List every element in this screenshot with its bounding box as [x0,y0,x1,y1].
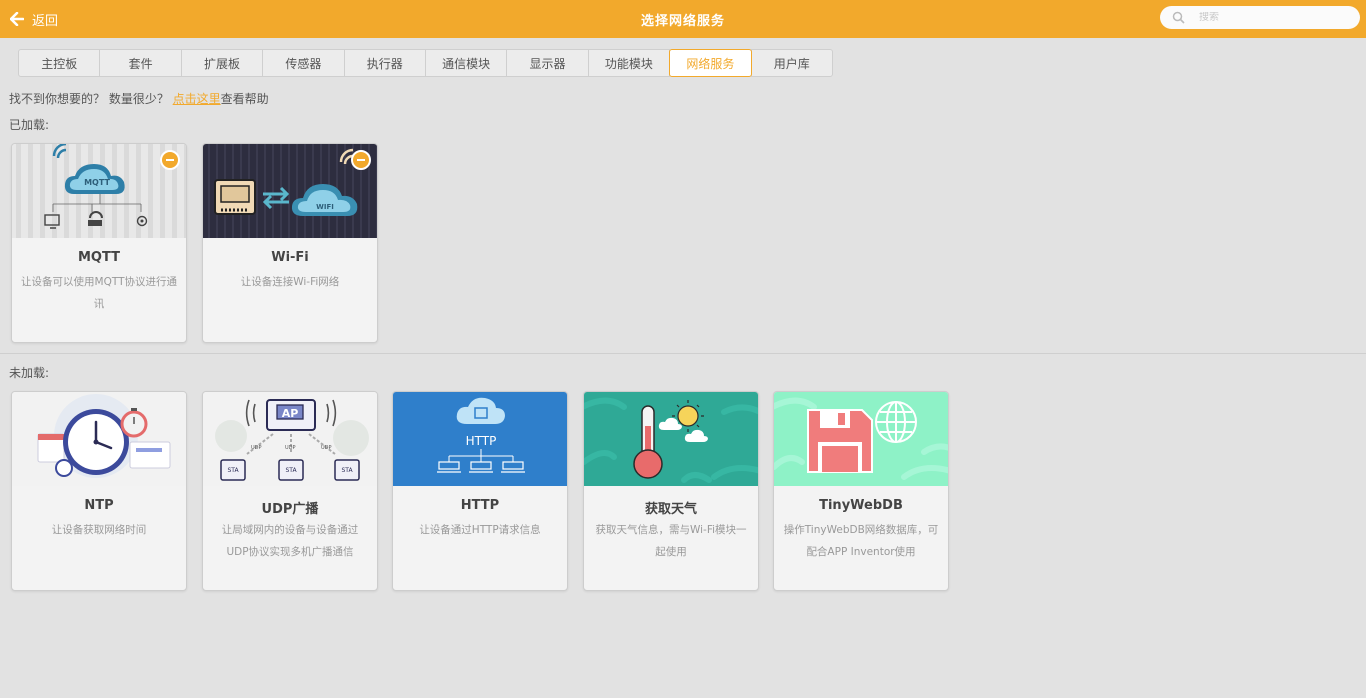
tab-main-board[interactable]: 主控板 [18,49,101,77]
udp-sta-right-text: STA [341,467,353,474]
search-input[interactable] [1199,12,1349,23]
udp-label-left: UDP [251,445,262,451]
udp-sta-middle-text: STA [285,467,297,474]
category-tabs: 主控板 套件 扩展板 传感器 执行器 通信模块 显示器 功能模块 网络服务 用户… [18,49,833,77]
http-logo-text: HTTP [466,434,497,448]
card-http[interactable]: HTTP HTTP 让设备通过HTTP请求信息 [392,391,568,591]
tab-network-service[interactable]: 网络服务 [669,49,752,77]
top-bar: 返回 选择网络服务 [0,0,1366,38]
udp-sta-left-text: STA [227,467,239,474]
wifi-logo-text: WIFI [316,203,334,211]
tab-actuator[interactable]: 执行器 [343,49,426,77]
unloaded-section-label: 未加载: [9,366,50,380]
card-description: 让设备获取网络时间 [51,524,147,536]
tab-communication[interactable]: 通信模块 [424,49,508,77]
card-description: 获取天气信息，需与Wi-Fi模块一起使用 [595,524,747,558]
card-title: Wi-Fi [271,250,309,265]
card-title: TinyWebDB [819,498,903,513]
card-title: HTTP [460,498,500,513]
card-wifi[interactable]: WIFI Wi-Fi 让设备连接Wi-Fi网络 [202,143,378,343]
card-title: UDP广播 [261,502,319,517]
tinywebdb-image [774,392,948,486]
card-description: 让设备连接Wi-Fi网络 [240,276,340,288]
section-divider [0,353,1366,354]
card-tinywebdb[interactable]: TinyWebDB 操作TinyWebDB网络数据库，可配合APP Invent… [773,391,949,591]
tab-function[interactable]: 功能模块 [587,49,671,77]
ntp-image [12,392,186,486]
help-text: 找不到你想要的？ 数量很少？ 点击这里查看帮助 [9,90,269,107]
weather-image [584,392,758,486]
tab-user-library[interactable]: 用户库 [750,49,833,77]
card-title: 获取天气 [644,502,697,517]
card-weather[interactable]: 获取天气 获取天气信息，需与Wi-Fi模块一起使用 [583,391,759,591]
tab-display[interactable]: 显示器 [506,49,589,77]
tab-kit[interactable]: 套件 [99,49,182,77]
search-box[interactable] [1160,6,1360,29]
search-icon [1172,11,1185,24]
tab-expansion-board[interactable]: 扩展板 [180,49,264,77]
tab-sensor[interactable]: 传感器 [262,49,345,77]
card-title: NTP [84,498,114,513]
card-description: 让设备通过HTTP请求信息 [419,524,541,536]
udp-image: AP UDP UDP UDP STA STA STA [203,392,377,486]
help-suffix: 查看帮助 [220,92,269,106]
http-image: HTTP [393,392,567,486]
card-udp[interactable]: AP UDP UDP UDP STA STA STA UDP广播 让局域网内的设… [202,391,378,591]
udp-label-right: UDP [321,445,332,451]
remove-wifi-button[interactable] [351,150,371,170]
card-description: 让局域网内的设备与设备通过UDP协议实现多机广播通信 [221,524,359,558]
udp-label-middle: UDP [285,445,296,451]
card-mqtt[interactable]: MQTT MQTT 让设备可以使用MQTT协议进行通讯 [11,143,187,343]
help-prefix: 找不到你想要的？ 数量很少？ [9,92,173,106]
card-title: MQTT [77,250,121,265]
remove-mqtt-button[interactable] [160,150,180,170]
udp-ap-text: AP [282,407,299,420]
loaded-section-label: 已加载: [9,118,50,132]
card-ntp[interactable]: NTP 让设备获取网络时间 [11,391,187,591]
help-link[interactable]: 点击这里 [173,92,221,106]
mqtt-logo-text: MQTT [84,178,110,187]
card-description: 操作TinyWebDB网络数据库，可配合APP Inventor使用 [783,524,939,558]
card-description: 让设备可以使用MQTT协议进行通讯 [21,276,177,310]
